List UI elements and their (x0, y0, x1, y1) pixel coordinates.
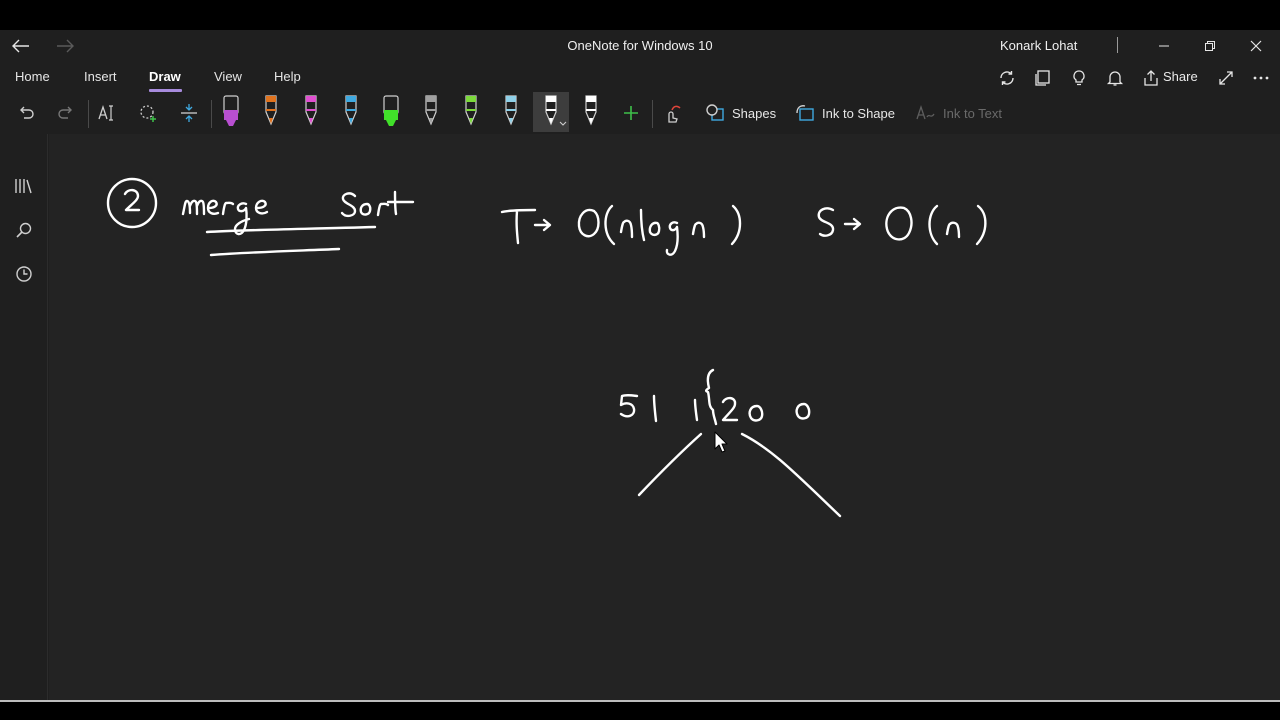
toolbar-separator (652, 100, 653, 128)
tab-insert[interactable]: Insert (84, 69, 117, 84)
pen-3[interactable] (293, 92, 329, 132)
pen-9[interactable] (533, 92, 569, 132)
pen-icon (265, 95, 277, 126)
notebooks-icon[interactable] (12, 174, 36, 198)
highlighter-5[interactable] (373, 92, 409, 132)
undo-icon[interactable] (10, 96, 42, 130)
tab-help[interactable]: Help (274, 69, 301, 84)
ink-layer (106, 177, 987, 518)
toolbar-separator (211, 100, 212, 128)
expand-icon[interactable] (1215, 68, 1237, 88)
pen-icon (425, 95, 437, 126)
pen-icon (585, 95, 597, 126)
ink-to-shape-icon[interactable] (789, 96, 821, 130)
minimize-icon[interactable] (1149, 34, 1179, 58)
pen-8[interactable] (493, 92, 529, 132)
share-icon[interactable] (1140, 68, 1162, 88)
pen-7[interactable] (453, 92, 489, 132)
add-space-icon[interactable] (173, 96, 205, 130)
user-name[interactable]: Konark Lohat (1000, 38, 1077, 53)
pen-6[interactable] (413, 92, 449, 132)
lasso-select-icon[interactable] (133, 96, 165, 130)
note-canvas[interactable]: 2 merge sort T → O(n log n) S → O(n) 5 1… (49, 134, 1280, 702)
time-complexity-ink (500, 204, 742, 256)
sync-icon[interactable] (996, 68, 1018, 88)
page-view-icon[interactable] (1032, 68, 1054, 88)
pen-icon (305, 95, 317, 126)
shapes-button[interactable]: Shapes (732, 106, 776, 121)
array-ink (619, 368, 811, 426)
space-complexity-ink (817, 204, 987, 246)
right-branch-ink (740, 432, 842, 518)
left-nav-rail (0, 134, 48, 702)
toolbar-separator (88, 100, 89, 128)
add-pen-icon[interactable] (615, 96, 647, 130)
draw-toolbar: Shapes Ink to Shape Ink to Text (0, 92, 1280, 134)
add-pen-plus (624, 106, 638, 120)
ink-to-text-button: Ink to Text (943, 106, 1003, 121)
pen-2[interactable] (253, 92, 289, 132)
shapes-icon[interactable] (699, 96, 731, 130)
tab-view[interactable]: View (214, 69, 242, 84)
touch-drawing-icon[interactable] (656, 96, 688, 130)
restore-icon[interactable] (1195, 34, 1225, 58)
underline-ink-1 (205, 225, 377, 234)
pen-4[interactable] (333, 92, 369, 132)
circled-number-ink (106, 177, 158, 229)
pen-icon (505, 95, 517, 126)
search-icon[interactable] (12, 218, 36, 242)
pen-10[interactable] (573, 92, 609, 132)
recent-notes-icon[interactable] (12, 262, 36, 286)
close-icon[interactable] (1241, 34, 1271, 58)
window-title: OneNote for Windows 10 (567, 38, 713, 53)
highlighter-icon (383, 95, 399, 126)
redo-icon[interactable] (50, 96, 82, 130)
more-options-icon[interactable] (1250, 68, 1272, 88)
ink-to-text-icon (910, 96, 942, 130)
title-bar: OneNote for Windows 10 Konark Lohat (0, 30, 1280, 62)
highlighter-1[interactable] (213, 92, 249, 132)
pen-icon (465, 95, 477, 126)
underline-ink-2 (209, 247, 341, 257)
bell-icon[interactable] (1104, 68, 1126, 88)
pen-icon (345, 95, 357, 126)
highlighter-icon (223, 95, 239, 126)
word-sort-ink (340, 190, 415, 218)
video-progress-bar (0, 700, 1280, 702)
tab-home[interactable]: Home (15, 69, 50, 84)
share-button[interactable]: Share (1163, 69, 1198, 84)
onenote-window: OneNote for Windows 10 Konark Lohat Home… (0, 30, 1280, 702)
mouse-cursor-icon (714, 431, 728, 453)
lightbulb-icon[interactable] (1068, 68, 1090, 88)
tab-draw[interactable]: Draw (149, 69, 181, 84)
type-select-icon[interactable] (92, 96, 124, 130)
title-separator (1117, 37, 1118, 53)
ink-to-shape-button[interactable]: Ink to Shape (822, 106, 895, 121)
pen-icon (545, 95, 567, 126)
left-branch-ink (637, 432, 703, 497)
